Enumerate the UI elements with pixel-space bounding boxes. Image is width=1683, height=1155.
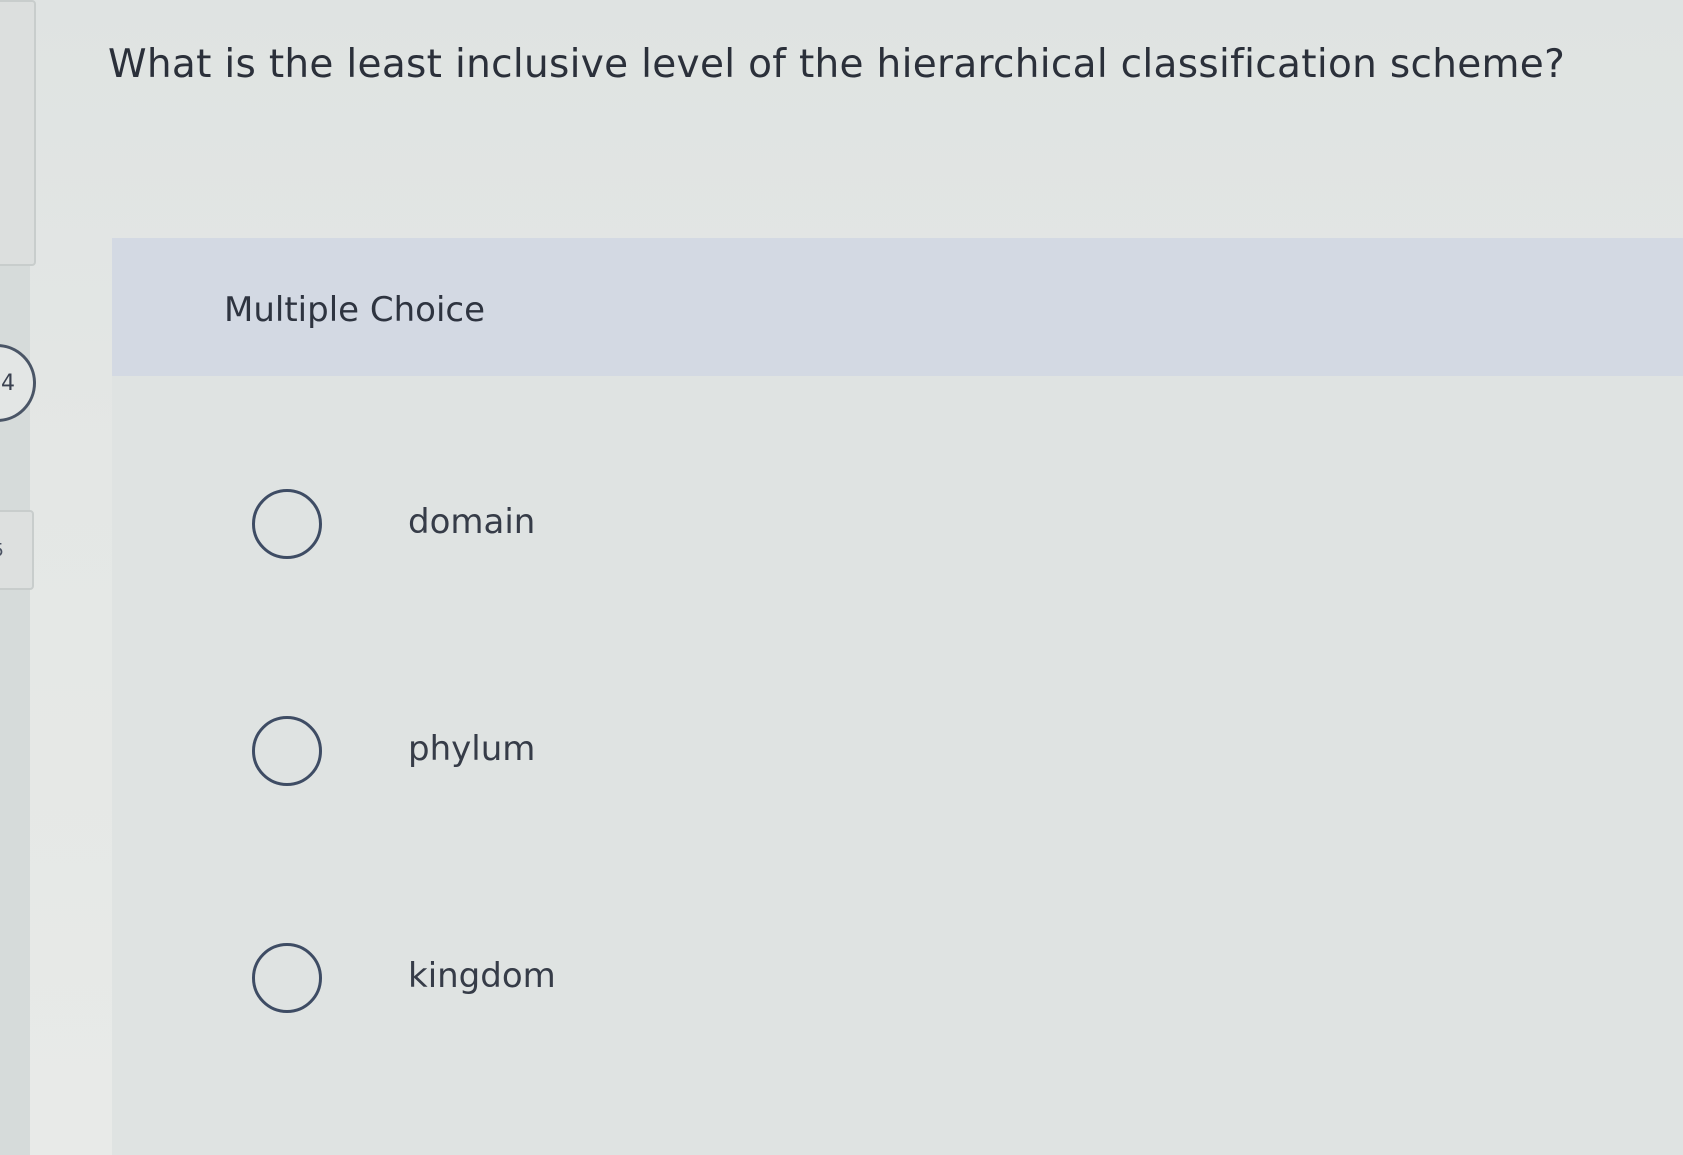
next-question-tab[interactable]: 5 [0, 510, 34, 590]
question-text: What is the least inclusive level of the… [108, 42, 1566, 87]
multiple-choice-header: Multiple Choice [112, 238, 1683, 376]
choice-label[interactable]: domain [408, 502, 535, 542]
choice-label[interactable]: kingdom [408, 956, 556, 996]
radio-button-icon[interactable] [252, 716, 322, 786]
radio-button-icon[interactable] [252, 489, 322, 559]
question-number: 4 [1, 370, 15, 396]
choice-option-kingdom[interactable]: kingdom [112, 928, 1012, 1028]
question-number-badge[interactable]: 4 [0, 344, 36, 422]
next-question-number: 5 [0, 540, 4, 561]
left-nav-panel [0, 0, 36, 266]
choice-label[interactable]: phylum [408, 729, 535, 769]
multiple-choice-title: Multiple Choice [224, 290, 486, 330]
radio-button-icon[interactable] [252, 943, 322, 1013]
choice-option-domain[interactable]: domain [112, 474, 1012, 574]
multiple-choice-panel: Multiple Choice domain phylum kingdom [112, 238, 1683, 1155]
choice-option-phylum[interactable]: phylum [112, 701, 1012, 801]
